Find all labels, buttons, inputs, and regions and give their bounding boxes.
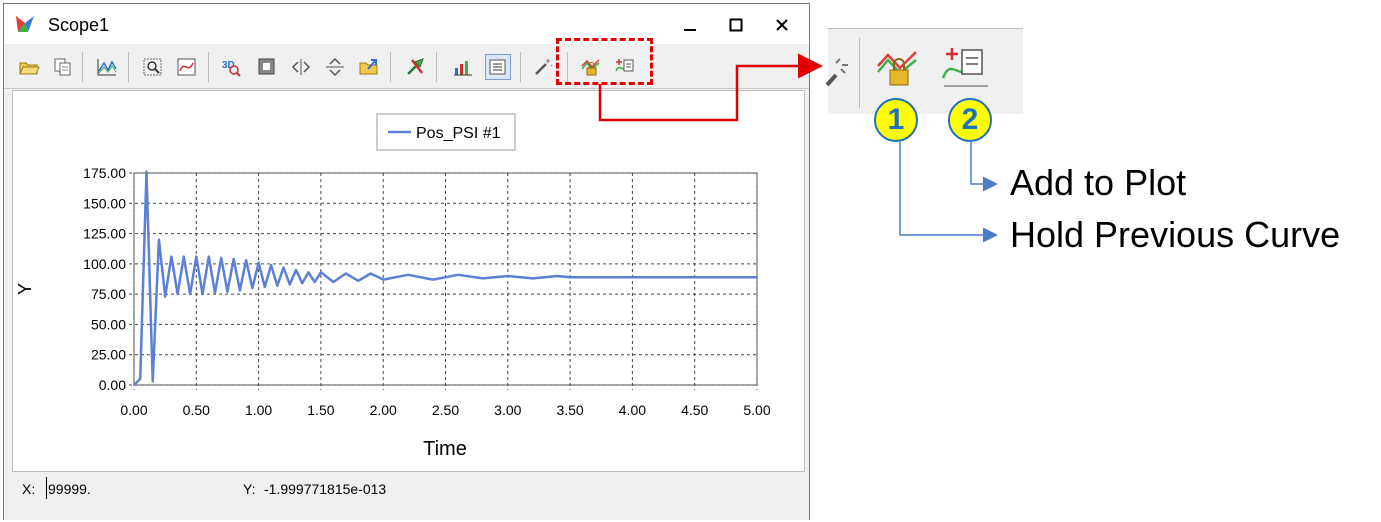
pointer-cursor-icon[interactable] (402, 54, 428, 80)
badge-1: 1 (874, 98, 918, 142)
x-tick-label: 4.50 (681, 402, 708, 418)
x-tick-label: 0.50 (183, 402, 210, 418)
y-axis-label: Y (15, 283, 35, 295)
add-to-plot-icon[interactable] (940, 44, 992, 97)
y-coord-value: -1.999771815e-013 (264, 481, 387, 497)
zoom-fit-icon[interactable] (140, 54, 166, 80)
x-coord-label: X: (22, 481, 36, 497)
x-tick-label: 1.00 (245, 402, 272, 418)
y-tick-label: 0.00 (99, 377, 126, 393)
3d-view-icon[interactable]: 3D (218, 54, 244, 80)
hold-previous-curve-icon[interactable] (876, 46, 924, 95)
app-logo-icon (14, 14, 36, 39)
hold-previous-curve-arrow (899, 142, 998, 243)
legend-label: Pos_PSI #1 (416, 125, 501, 142)
zoom-divider (828, 28, 1023, 29)
magic-wand-icon[interactable] (530, 54, 556, 80)
x-tick-label: 1.50 (307, 402, 334, 418)
export-icon[interactable] (356, 54, 382, 80)
horizontal-flip-icon[interactable] (288, 54, 314, 80)
y-tick-label: 50.00 (91, 316, 126, 332)
x-tick-label: 0.00 (120, 402, 147, 418)
plot-line-icon[interactable] (94, 54, 120, 80)
scope-window: Scope1 3D 0.00 0.50 1.00 1.50 2.00 2.50 … (3, 3, 810, 520)
title-bar: Scope1 (4, 4, 809, 44)
hold-previous-curve-label: Hold Previous Curve (1010, 214, 1341, 255)
zoomed-toolbar-panel (828, 28, 1023, 114)
autoscale-icon[interactable] (174, 54, 200, 80)
status-bar: X: 99999. Y: -1.999771815e-013 (4, 472, 809, 520)
legend-box[interactable]: Pos_PSI #1 (376, 113, 516, 151)
plot-area[interactable]: 0.00 0.50 1.00 1.50 2.00 2.50 3.00 3.50 4.00 4.50… (12, 90, 805, 472)
copy-icon[interactable] (50, 54, 76, 80)
toolbar: 3D (4, 44, 809, 89)
x-coord-value: 99999. (48, 481, 91, 497)
chart-settings-icon[interactable] (450, 54, 476, 80)
maximize-button[interactable] (713, 10, 759, 40)
vertical-flip-icon[interactable] (322, 54, 348, 80)
minimize-button[interactable] (667, 10, 713, 40)
x-tick-label: 3.00 (494, 402, 521, 418)
y-tick-label: 125.00 (83, 226, 126, 242)
fullscreen-icon[interactable] (254, 54, 280, 80)
x-cursor-caret (46, 477, 47, 499)
y-tick-label: 175.00 (83, 165, 126, 181)
y-tick-label: 100.00 (83, 256, 126, 272)
legend-icon[interactable] (485, 54, 511, 80)
line-chart: 0.00 0.50 1.00 1.50 2.00 2.50 3.00 3.50 4.00 4.50… (15, 113, 771, 460)
y-tick-label: 75.00 (91, 286, 126, 302)
x-tick-label: 5.00 (743, 402, 770, 418)
x-tick-label: 2.00 (370, 402, 397, 418)
badge-2: 2 (948, 98, 992, 142)
x-tick-label: 4.00 (619, 402, 646, 418)
magic-wand-icon (822, 55, 852, 94)
x-tick-label: 2.50 (432, 402, 459, 418)
x-tick-label: 3.50 (556, 402, 583, 418)
y-tick-label: 150.00 (83, 195, 126, 211)
x-axis-label: Time (423, 438, 467, 460)
y-coord-label: Y: (243, 481, 256, 497)
close-button[interactable] (759, 10, 805, 40)
open-folder-icon[interactable] (16, 54, 42, 80)
add-to-plot-label: Add to Plot (1010, 162, 1187, 203)
y-tick-label: 25.00 (91, 347, 126, 363)
zoom-separator (859, 38, 860, 108)
highlight-box (556, 38, 653, 85)
window-title: Scope1 (48, 15, 110, 35)
add-to-plot-arrow (970, 142, 998, 192)
